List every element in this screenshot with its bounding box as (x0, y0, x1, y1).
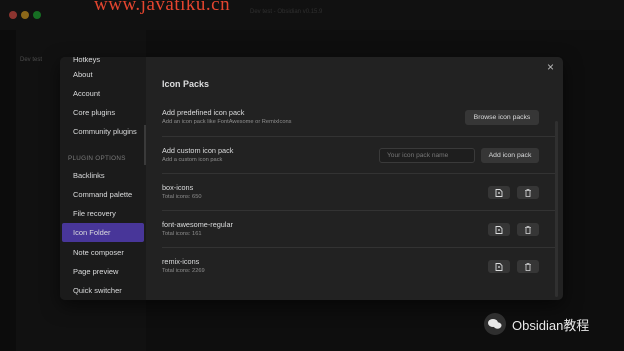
sidebar-item-icon-folder[interactable]: Icon Folder (62, 223, 144, 242)
settings-content: × Icon Packs Add predefined icon pack Ad… (146, 57, 563, 300)
content-scrollbar[interactable] (555, 121, 558, 297)
wechat-label: Obsidian教程 (512, 318, 590, 333)
icon-pack-count: Total icons: 2269 (162, 268, 205, 274)
sidebar-item-quick-switcher[interactable]: Quick switcher (60, 281, 144, 300)
delete-pack-button[interactable] (517, 260, 539, 273)
setting-custom-pack: Add custom icon pack Add a custom icon p… (162, 136, 558, 172)
plugin-options-heading: PLUGIN OPTIONS (68, 155, 126, 162)
setting-name: Add predefined icon pack (162, 108, 245, 117)
sidebar-item-backlinks[interactable]: Backlinks (60, 166, 144, 185)
icon-pack-name: font-awesome-regular (162, 220, 233, 229)
sidebar-item-about[interactable]: About (60, 65, 144, 84)
wechat-badge: Obsidian教程 (484, 310, 624, 338)
add-file-button[interactable] (488, 260, 510, 273)
settings-modal: Hotkeys About Account Core plugins Commu… (60, 57, 563, 300)
delete-pack-button[interactable] (517, 186, 539, 199)
icon-pack-count: Total icons: 650 (162, 194, 202, 200)
add-file-button[interactable] (488, 186, 510, 199)
sidebar-item-note-composer[interactable]: Note composer (60, 243, 144, 262)
trash-icon (525, 226, 531, 234)
file-plus-icon (495, 189, 503, 197)
trash-icon (525, 189, 531, 197)
sidebar-item-community-plugins[interactable]: Community plugins (60, 122, 144, 141)
icon-pack-count: Total icons: 161 (162, 231, 202, 237)
icon-pack-row: remix-icons Total icons: 2269 (162, 247, 558, 283)
icon-pack-row: font-awesome-regular Total icons: 161 (162, 210, 558, 246)
watermark-text: www.javatiku.cn (94, 0, 231, 15)
close-icon[interactable]: × (547, 60, 554, 74)
icon-pack-name-input[interactable] (379, 148, 475, 163)
wechat-icon (484, 313, 506, 335)
add-file-button[interactable] (488, 223, 510, 236)
setting-predefined-pack: Add predefined icon pack Add an icon pac… (162, 99, 558, 135)
setting-desc: Add a custom icon pack (162, 157, 223, 163)
icon-pack-name: box-icons (162, 183, 194, 192)
icon-pack-name: remix-icons (162, 257, 200, 266)
sidebar-item-core-plugins[interactable]: Core plugins (60, 103, 144, 122)
sidebar-item-account[interactable]: Account (60, 84, 144, 103)
section-title: Icon Packs (162, 79, 210, 89)
setting-name: Add custom icon pack (162, 146, 234, 155)
trash-icon (525, 263, 531, 271)
file-plus-icon (495, 263, 503, 271)
browse-icon-packs-button[interactable]: Browse icon packs (465, 110, 539, 125)
settings-sidebar: Hotkeys About Account Core plugins Commu… (60, 57, 146, 300)
sidebar-item-file-recovery[interactable]: File recovery (60, 204, 144, 223)
file-plus-icon (495, 226, 503, 234)
add-icon-pack-button[interactable]: Add icon pack (481, 148, 539, 163)
setting-desc: Add an icon pack like FontAwesome or Rem… (162, 119, 292, 125)
delete-pack-button[interactable] (517, 223, 539, 236)
sidebar-item-page-preview[interactable]: Page preview (60, 262, 144, 281)
icon-pack-row: box-icons Total icons: 650 (162, 173, 558, 209)
sidebar-item-command-palette[interactable]: Command palette (60, 185, 144, 204)
